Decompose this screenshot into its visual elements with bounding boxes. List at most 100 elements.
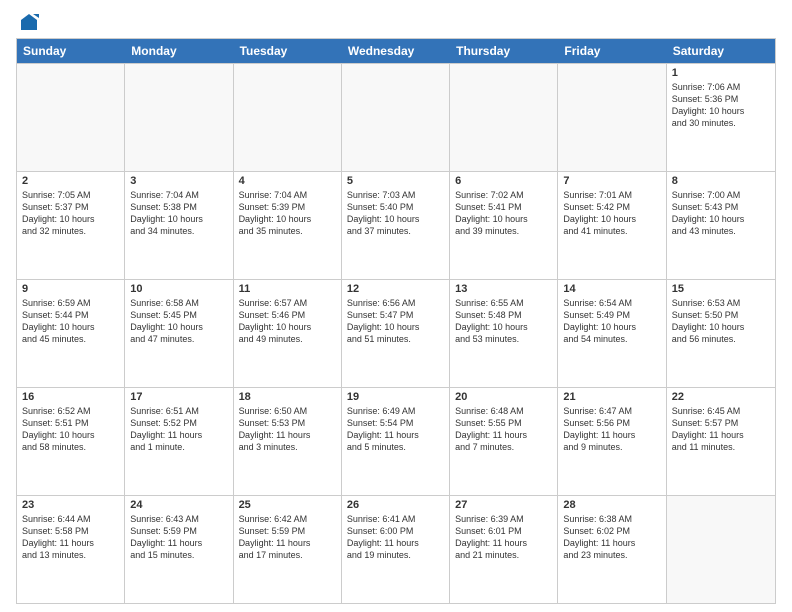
day-number: 15 [672,283,770,295]
day-details: Sunrise: 6:56 AM Sunset: 5:47 PM Dayligh… [347,297,444,346]
day-number: 11 [239,283,336,295]
calendar-cell: 17 Sunrise: 6:51 AM Sunset: 5:52 PM Dayli… [125,388,233,495]
day-number: 21 [563,391,660,403]
day-details: Sunrise: 7:05 AM Sunset: 5:37 PM Dayligh… [22,189,119,238]
calendar-cell: 13 Sunrise: 6:55 AM Sunset: 5:48 PM Dayli… [450,280,558,387]
day-details: Sunrise: 6:55 AM Sunset: 5:48 PM Dayligh… [455,297,552,346]
day-details: Sunrise: 7:04 AM Sunset: 5:39 PM Dayligh… [239,189,336,238]
day-details: Sunrise: 6:48 AM Sunset: 5:55 PM Dayligh… [455,405,552,454]
calendar-cell: 24 Sunrise: 6:43 AM Sunset: 5:59 PM Dayli… [125,496,233,603]
day-number: 20 [455,391,552,403]
day-details: Sunrise: 6:58 AM Sunset: 5:45 PM Dayligh… [130,297,227,346]
calendar-cell: 28Sunrise: 6:38 AM Sunset: 6:02 PM Dayli… [558,496,666,603]
day-number: 17 [130,391,227,403]
day-details: Sunrise: 6:53 AM Sunset: 5:50 PM Dayligh… [672,297,770,346]
calendar-cell: 9 Sunrise: 6:59 AM Sunset: 5:44 PM Daylig… [17,280,125,387]
calendar-cell: 22 Sunrise: 6:45 AM Sunset: 5:57 PM Dayli… [667,388,775,495]
calendar-cell: 21Sunrise: 6:47 AM Sunset: 5:56 PM Dayli… [558,388,666,495]
calendar-header: SundayMondayTuesdayWednesdayThursdayFrid… [17,39,775,63]
day-number: 5 [347,175,444,187]
day-number: 14 [563,283,660,295]
calendar-cell [342,64,450,171]
calendar-cell: 12 Sunrise: 6:56 AM Sunset: 5:47 PM Dayli… [342,280,450,387]
day-number: 10 [130,283,227,295]
calendar-row: 23 Sunrise: 6:44 AM Sunset: 5:58 PM Dayli… [17,495,775,603]
calendar-cell: 10 Sunrise: 6:58 AM Sunset: 5:45 PM Dayli… [125,280,233,387]
weekday-header: Saturday [667,39,775,63]
day-details: Sunrise: 7:03 AM Sunset: 5:40 PM Dayligh… [347,189,444,238]
day-details: Sunrise: 6:52 AM Sunset: 5:51 PM Dayligh… [22,405,119,454]
day-number: 4 [239,175,336,187]
weekday-header: Tuesday [234,39,342,63]
day-details: Sunrise: 6:41 AM Sunset: 6:00 PM Dayligh… [347,513,444,562]
day-number: 9 [22,283,119,295]
weekday-header: Friday [558,39,666,63]
day-number: 22 [672,391,770,403]
calendar-cell [17,64,125,171]
day-details: Sunrise: 7:01 AM Sunset: 5:42 PM Dayligh… [563,189,660,238]
day-number: 6 [455,175,552,187]
day-number: 13 [455,283,552,295]
header [16,12,776,32]
calendar-cell: 27Sunrise: 6:39 AM Sunset: 6:01 PM Dayli… [450,496,558,603]
day-details: Sunrise: 7:04 AM Sunset: 5:38 PM Dayligh… [130,189,227,238]
day-details: Sunrise: 7:02 AM Sunset: 5:41 PM Dayligh… [455,189,552,238]
weekday-header: Monday [125,39,233,63]
calendar-row: 2 Sunrise: 7:05 AM Sunset: 5:37 PM Daylig… [17,171,775,279]
day-details: Sunrise: 6:43 AM Sunset: 5:59 PM Dayligh… [130,513,227,562]
calendar-row: 16Sunrise: 6:52 AM Sunset: 5:51 PM Dayli… [17,387,775,495]
day-details: Sunrise: 6:45 AM Sunset: 5:57 PM Dayligh… [672,405,770,454]
day-number: 2 [22,175,119,187]
logo [16,12,39,32]
day-details: Sunrise: 6:54 AM Sunset: 5:49 PM Dayligh… [563,297,660,346]
logo-icon [19,12,39,32]
page: SundayMondayTuesdayWednesdayThursdayFrid… [0,0,792,612]
day-number: 8 [672,175,770,187]
calendar-cell: 2 Sunrise: 7:05 AM Sunset: 5:37 PM Daylig… [17,172,125,279]
day-details: Sunrise: 6:59 AM Sunset: 5:44 PM Dayligh… [22,297,119,346]
calendar-cell: 14 Sunrise: 6:54 AM Sunset: 5:49 PM Dayli… [558,280,666,387]
calendar-cell: 16Sunrise: 6:52 AM Sunset: 5:51 PM Dayli… [17,388,125,495]
calendar-cell [125,64,233,171]
calendar-cell: 11 Sunrise: 6:57 AM Sunset: 5:46 PM Dayli… [234,280,342,387]
calendar-cell: 3Sunrise: 7:04 AM Sunset: 5:38 PM Daylig… [125,172,233,279]
calendar-cell: 15 Sunrise: 6:53 AM Sunset: 5:50 PM Dayli… [667,280,775,387]
calendar-cell: 1Sunrise: 7:06 AM Sunset: 5:36 PM Daylig… [667,64,775,171]
day-details: Sunrise: 6:44 AM Sunset: 5:58 PM Dayligh… [22,513,119,562]
calendar-cell [667,496,775,603]
calendar-cell: 25Sunrise: 6:42 AM Sunset: 5:59 PM Dayli… [234,496,342,603]
weekday-header: Sunday [17,39,125,63]
day-number: 19 [347,391,444,403]
day-number: 18 [239,391,336,403]
calendar: SundayMondayTuesdayWednesdayThursdayFrid… [16,38,776,604]
day-number: 27 [455,499,552,511]
day-details: Sunrise: 6:51 AM Sunset: 5:52 PM Dayligh… [130,405,227,454]
day-details: Sunrise: 6:57 AM Sunset: 5:46 PM Dayligh… [239,297,336,346]
calendar-cell: 18 Sunrise: 6:50 AM Sunset: 5:53 PM Dayli… [234,388,342,495]
day-number: 23 [22,499,119,511]
calendar-cell: 8 Sunrise: 7:00 AM Sunset: 5:43 PM Daylig… [667,172,775,279]
calendar-cell: 20 Sunrise: 6:48 AM Sunset: 5:55 PM Dayli… [450,388,558,495]
calendar-cell: 4 Sunrise: 7:04 AM Sunset: 5:39 PM Daylig… [234,172,342,279]
day-number: 25 [239,499,336,511]
calendar-cell [558,64,666,171]
day-details: Sunrise: 7:00 AM Sunset: 5:43 PM Dayligh… [672,189,770,238]
day-details: Sunrise: 6:49 AM Sunset: 5:54 PM Dayligh… [347,405,444,454]
day-details: Sunrise: 6:50 AM Sunset: 5:53 PM Dayligh… [239,405,336,454]
day-number: 28 [563,499,660,511]
calendar-cell: 5 Sunrise: 7:03 AM Sunset: 5:40 PM Daylig… [342,172,450,279]
calendar-row: 1Sunrise: 7:06 AM Sunset: 5:36 PM Daylig… [17,63,775,171]
day-number: 24 [130,499,227,511]
calendar-cell [234,64,342,171]
day-number: 12 [347,283,444,295]
calendar-cell: 6 Sunrise: 7:02 AM Sunset: 5:41 PM Daylig… [450,172,558,279]
calendar-cell: 23 Sunrise: 6:44 AM Sunset: 5:58 PM Dayli… [17,496,125,603]
calendar-cell: 26 Sunrise: 6:41 AM Sunset: 6:00 PM Dayli… [342,496,450,603]
day-number: 7 [563,175,660,187]
calendar-cell: 19 Sunrise: 6:49 AM Sunset: 5:54 PM Dayli… [342,388,450,495]
day-number: 26 [347,499,444,511]
day-number: 1 [672,67,770,79]
calendar-cell: 7 Sunrise: 7:01 AM Sunset: 5:42 PM Daylig… [558,172,666,279]
calendar-row: 9 Sunrise: 6:59 AM Sunset: 5:44 PM Daylig… [17,279,775,387]
calendar-body: 1Sunrise: 7:06 AM Sunset: 5:36 PM Daylig… [17,63,775,603]
